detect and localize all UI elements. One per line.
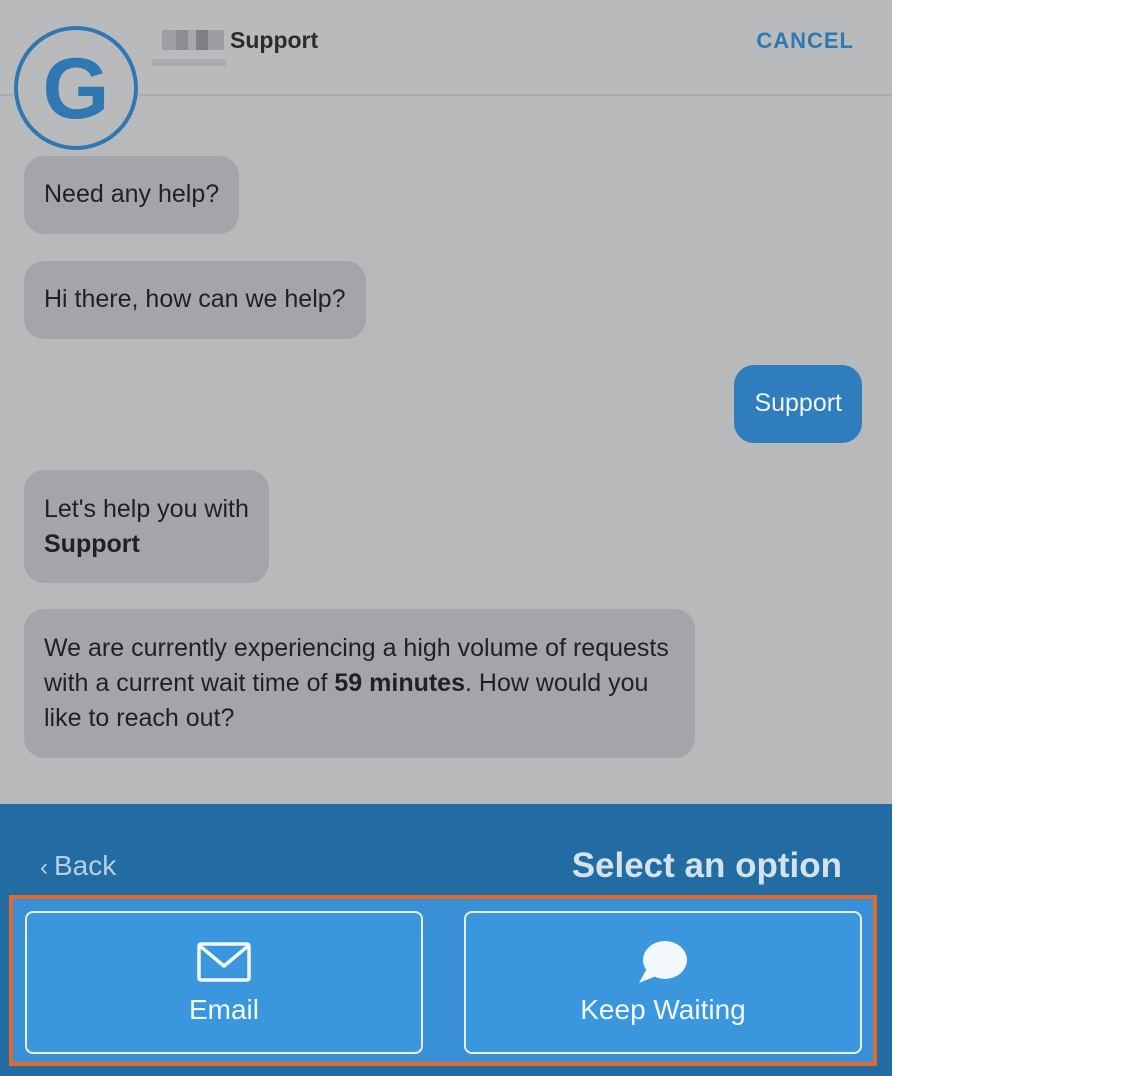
agent-message: We are currently experiencing a high vol… bbox=[24, 609, 695, 758]
options-highlight: Email Keep Waiting bbox=[9, 895, 877, 1066]
option-label: Keep Waiting bbox=[580, 993, 746, 1025]
chat-bubble-icon bbox=[636, 940, 690, 984]
back-button[interactable]: ‹ Back bbox=[40, 850, 116, 882]
redacted-brand-name bbox=[162, 30, 224, 50]
brand-logo: G bbox=[14, 26, 138, 150]
back-label: Back bbox=[54, 850, 117, 881]
chat-window: Support CANCEL G Need any help? Hi there… bbox=[0, 0, 892, 1076]
logo-letter: G bbox=[42, 41, 110, 137]
header-title: Support bbox=[230, 27, 319, 53]
agent-message: Let's help you with Support bbox=[24, 470, 269, 583]
panel-title: Select an option bbox=[571, 846, 842, 885]
keep-waiting-option-button[interactable]: Keep Waiting bbox=[464, 911, 862, 1054]
agent-message: Need any help? bbox=[24, 156, 240, 234]
message-text: Need any help? bbox=[44, 180, 220, 208]
wait-time: 59 minutes bbox=[334, 669, 465, 697]
user-message: Support bbox=[734, 365, 862, 443]
message-text: Support bbox=[754, 389, 842, 417]
agent-message: Hi there, how can we help? bbox=[24, 261, 366, 339]
brand-underline bbox=[152, 59, 226, 66]
option-label: Email bbox=[188, 993, 259, 1025]
option-panel: ‹ Back Select an option Email Keep Waiti… bbox=[0, 804, 892, 1076]
cancel-button[interactable]: CANCEL bbox=[756, 28, 854, 54]
chevron-left-icon: ‹ bbox=[40, 854, 48, 881]
message-text: Hi there, how can we help? bbox=[44, 285, 346, 313]
envelope-icon bbox=[197, 940, 251, 984]
message-bold-text: Support bbox=[44, 530, 140, 558]
message-text: Let's help you with bbox=[44, 495, 249, 523]
email-option-button[interactable]: Email bbox=[25, 911, 423, 1054]
